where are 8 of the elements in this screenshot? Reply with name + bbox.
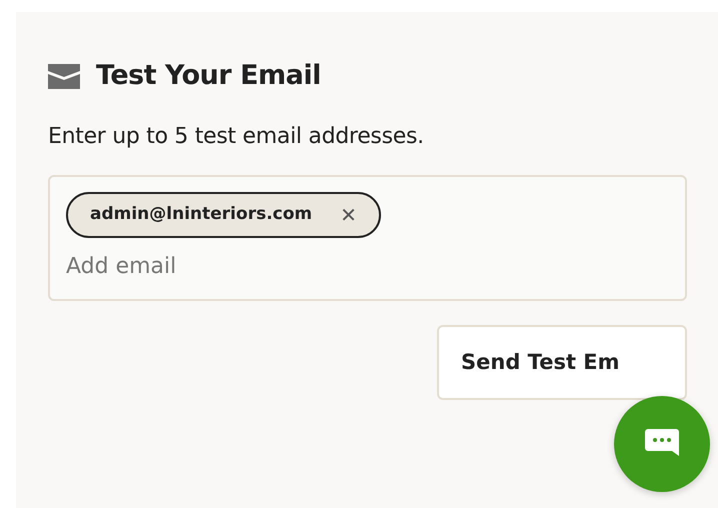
section-title: Test Your Email: [96, 60, 321, 92]
envelope-icon: [48, 64, 80, 89]
add-email-input[interactable]: Add email: [66, 250, 669, 283]
send-test-email-button[interactable]: Send Test Em: [437, 324, 687, 400]
remove-button[interactable]: ✕: [340, 205, 357, 226]
chat-bubble-icon: [645, 429, 679, 459]
description: Enter up to 5 test email addresses.: [48, 123, 425, 152]
email-address: admin@lninteriors.com: [90, 203, 312, 226]
